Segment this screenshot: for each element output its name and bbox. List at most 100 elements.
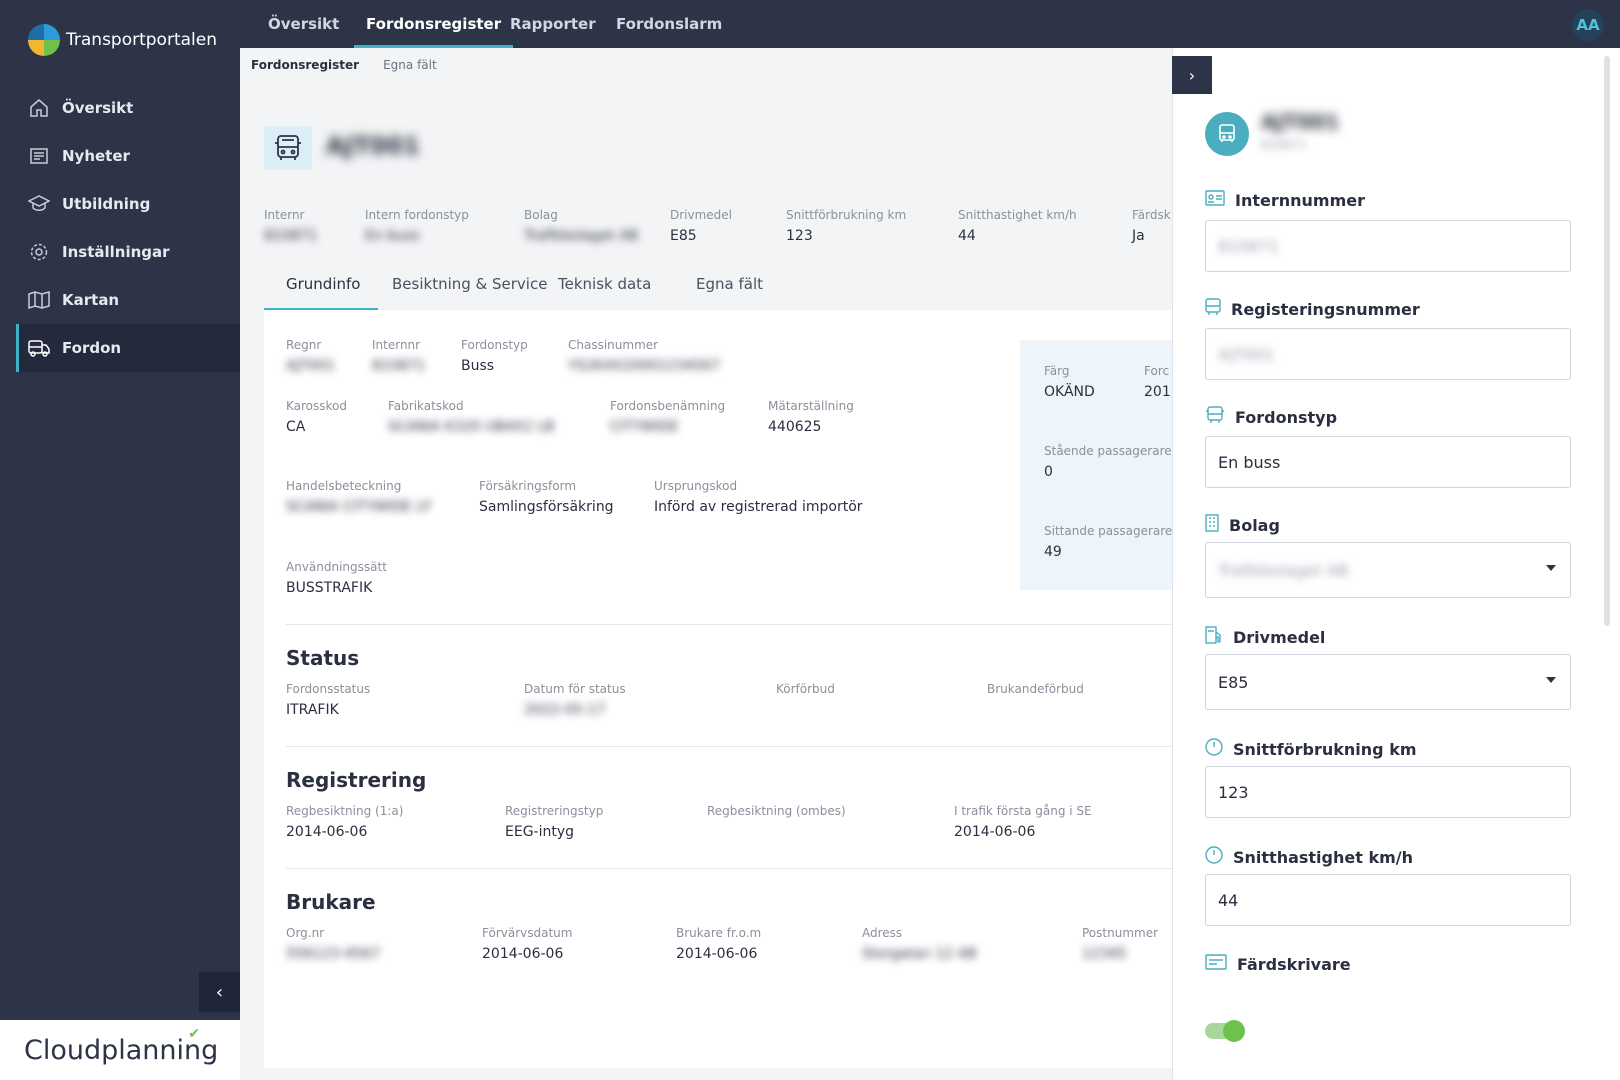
tachograph-icon [1205,954,1227,974]
collapse-sidebar-button[interactable]: ‹ [199,972,240,1012]
field-label: Färg [1044,364,1070,378]
field-label: Adress [862,926,903,940]
fardskrivare-toggle[interactable] [1205,1020,1245,1042]
field-value: 12345 [1082,946,1127,962]
field-value: 556123-4567 [286,946,381,962]
breadcrumb-current[interactable]: Fordonsregister [251,58,359,72]
field-value: AJT001 [286,358,335,374]
vehicle-edit-panel: AJT001 810871 Internnummer 810871 Regist… [1172,48,1620,1080]
summary-label: Snittförbrukning km [786,208,907,222]
field-label: Datum för status [524,682,626,696]
field-fabrikatskod: Fabrikatskod SCANIA K320 UB4X2 LB [388,399,554,435]
field-value: ITRAFIK [286,702,339,718]
input-value: 123 [1218,782,1249,802]
close-panel-button[interactable]: › [1172,56,1212,94]
field-value: SCANIA K320 UB4X2 LB [388,419,555,435]
summary-value: En buss [365,228,420,244]
input-value: 44 [1218,890,1239,910]
field-value: OKÄND [1044,384,1095,400]
top-tab-rapporter[interactable]: Rapporter [510,0,596,48]
field-value: 810871 [372,358,426,374]
summary-intern-fordonstyp: Intern fordonstyp En buss [365,208,469,244]
field-value: CITYWIDE [610,419,679,435]
tab-teknisk-data[interactable]: Teknisk data [558,266,651,310]
field-internnr: Internnr 810871 [372,338,425,374]
field-forsakringsform: Försäkringsform Samlingsförsäkring [479,479,614,515]
snittforbrukning-input[interactable]: 123 [1205,766,1571,818]
sidebar-item-fordon[interactable]: Fordon [16,324,240,372]
sidebar: Transportportalen Översikt Nyheter Utbil… [0,0,240,1080]
breadcrumb: Fordonsregister Egna fält [251,58,437,72]
tab-besiktning-service[interactable]: Besiktning & Service [392,266,547,310]
gear-icon [28,241,50,263]
speedometer-icon [1205,846,1223,868]
field-value: YS2K4X20001234567 [568,358,721,374]
user-avatar[interactable]: AA [1572,9,1604,41]
field-label: Körförbud [776,682,835,696]
field-label: Fordonstyp [461,338,528,352]
summary-snittforbrukning: Snittförbrukning km 123 [786,208,906,244]
summary-value: Ja [1132,228,1145,244]
tab-egna-falt[interactable]: Egna fält [696,266,763,310]
field-label: Postnummer [1082,926,1159,940]
summary-drivmedel: Drivmedel E85 [670,208,732,244]
field-registreringstyp: Registreringstyp EEG-intyg [505,804,603,840]
caret-down-icon [1546,565,1556,571]
bus-icon [1205,112,1249,156]
sidebar-item-label: Nyheter [62,147,130,165]
summary-internr: Internr 810871 [264,208,317,244]
field-label: Registreringstyp [505,804,604,818]
sidebar-item-utbildning[interactable]: Utbildning [16,180,240,228]
field-label: Regbesiktning (ombes) [707,804,846,818]
bolag-select[interactable]: Trafikbolaget AB [1205,542,1571,598]
divider [286,746,1172,747]
label-snittforbrukning: Snittförbrukning km [1205,738,1417,760]
panel-scrollbar[interactable] [1604,56,1610,626]
field-label: Ursprungskod [654,479,738,493]
panel-subtitle: 810871 [1261,138,1307,152]
summary-label: Bolag [524,208,558,222]
label-bolag: Bolag [1205,514,1280,536]
field-value: EEG-intyg [505,824,575,840]
drivmedel-select[interactable]: E85 [1205,654,1571,710]
field-korforbud: Körförbud [776,682,835,696]
field-i-trafik-forsta-gang: I trafik första gång i SE 2014-06-06 [954,804,1092,840]
field-label-text: Drivmedel [1233,627,1326,647]
sidebar-item-nyheter[interactable]: Nyheter [16,132,240,180]
sidebar-item-installningar[interactable]: Inställningar [16,228,240,276]
field-value: 49 [1044,544,1062,560]
field-label: Karosskod [286,399,348,413]
sidebar-item-label: Översikt [62,99,134,117]
fordonstyp-input[interactable]: En buss [1205,436,1571,488]
vehicle-icon [28,337,50,359]
field-ursprungskod: Ursprungskod Införd av registrerad import… [654,479,863,515]
chevron-right-icon: › [1188,65,1196,85]
field-label: Stående passagerare [1044,444,1172,458]
registeringsnummer-input[interactable]: AJT001 [1205,328,1571,380]
home-icon [28,97,50,119]
field-label: Förvärvsdatum [482,926,573,940]
sidebar-item-kartan[interactable]: Kartan [16,276,240,324]
select-value: Trafikbolaget AB [1218,560,1349,580]
field-label-text: Snitthastighet km/h [1233,847,1413,867]
summary-label: Färdsk [1132,208,1171,222]
internnummer-input[interactable]: 810871 [1205,220,1571,272]
top-tab-fordonsregister[interactable]: Fordonsregister [354,0,514,48]
snitthastighet-input[interactable]: 44 [1205,874,1571,926]
brand[interactable]: Transportportalen [28,24,217,56]
divider [286,868,1172,869]
field-value: Införd av registrerad importör [654,499,863,515]
sidebar-item-oversikt[interactable]: Översikt [16,84,240,132]
top-tab-fordonslarm[interactable]: Fordonslarm [616,0,722,48]
field-label: Brukare fr.o.m [676,926,762,940]
label-fordonstyp: Fordonstyp [1205,406,1337,428]
summary-value: 810871 [264,228,318,244]
section-title-registrering: Registrering [286,768,427,792]
fuel-pump-icon [1205,626,1223,648]
field-label: Internnr [372,338,421,352]
tab-grundinfo[interactable]: Grundinfo [264,266,378,310]
field-label: Handelsbeteckning [286,479,402,493]
sidebar-item-label: Utbildning [62,195,151,213]
top-tab-oversikt[interactable]: Översikt [268,0,339,48]
breadcrumb-link-egna-falt[interactable]: Egna fält [383,58,437,72]
